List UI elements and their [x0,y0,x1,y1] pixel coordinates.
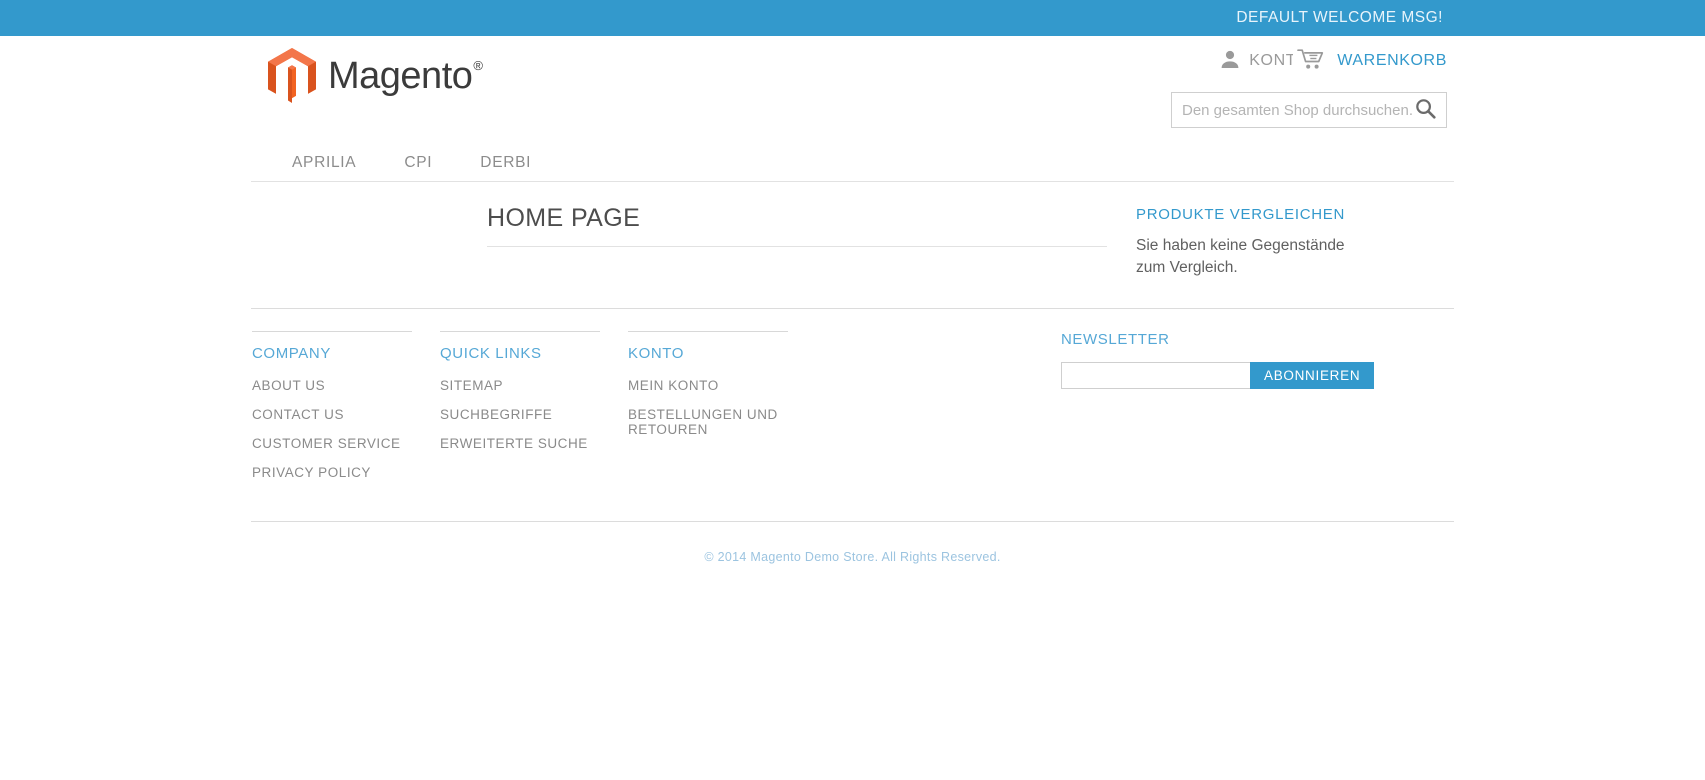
newsletter-form: ABONNIEREN [1061,362,1375,389]
welcome-bar: DEFAULT WELCOME MSG! [0,0,1705,36]
cart-link[interactable]: WARENKORB [1297,47,1447,76]
search-icon [1415,98,1436,122]
copyright-text: © 2014 Magento Demo Store. All Rights Re… [704,550,1001,565]
page-container: Magento® KONTO [251,36,1454,566]
compare-block-title: PRODUKTE VERGLEICHEN [1136,206,1346,223]
sidebar-right: PRODUKTE VERGLEICHEN Sie haben keine Geg… [1131,204,1454,308]
main-navigation: APRILIA CPI DERBI [251,144,1454,182]
search-button[interactable] [1413,98,1438,122]
page-title: HOME PAGE [487,204,1107,247]
welcome-message: DEFAULT WELCOME MSG! [1236,9,1443,26]
footer-heading-konto: KONTO [628,331,788,362]
footer-link-erweiterte-suche[interactable]: ERWEITERTE SUCHE [440,436,628,451]
logo-wordmark: Magento® [328,54,483,97]
footer-column-quick-links: QUICK LINKS SITEMAP SUCHBEGRIFFE ERWEITE… [440,331,628,494]
content-column: HOME PAGE [251,204,1131,308]
newsletter-block: NEWSLETTER ABONNIEREN [1061,331,1375,389]
cart-link-label: WARENKORB [1337,52,1447,69]
shopping-cart-icon [1297,47,1327,76]
footer-link-mein-konto[interactable]: MEIN KONTO [628,378,793,393]
footer-link-sitemap[interactable]: SITEMAP [440,378,628,393]
site-header: Magento® KONTO [251,36,1454,144]
nav-item-aprilia[interactable]: APRILIA [268,144,380,182]
newsletter-subscribe-button[interactable]: ABONNIEREN [1250,362,1375,389]
footer-column-company: COMPANY ABOUT US CONTACT US CUSTOMER SER… [252,331,440,494]
main-content: HOME PAGE PRODUKTE VERGLEICHEN Sie haben… [251,182,1454,308]
footer-link-suchbegriffe[interactable]: SUCHBEGRIFFE [440,407,628,422]
footer-heading-company: COMPANY [252,331,412,362]
logo-trademark: ® [473,57,483,73]
footer-link-privacy-policy[interactable]: PRIVACY POLICY [252,465,440,480]
footer-column-konto: KONTO MEIN KONTO BESTELLUNGEN UND RETOUR… [628,331,828,494]
footer-link-customer-service[interactable]: CUSTOMER SERVICE [252,436,440,451]
logo-link[interactable]: Magento® [268,48,483,103]
magento-logo-icon [268,48,316,103]
compare-block-empty-text: Sie haben keine Gegenstände zum Vergleic… [1136,237,1345,276]
user-icon [1220,49,1240,74]
footer-bottom: © 2014 Magento Demo Store. All Rights Re… [251,521,1454,566]
search-input[interactable] [1182,101,1413,119]
newsletter-heading: NEWSLETTER [1061,331,1170,348]
footer-link-bestellungen-und-retouren[interactable]: BESTELLUNGEN UND RETOUREN [628,407,793,437]
nav-item-derbi[interactable]: DERBI [456,144,555,182]
newsletter-email-input[interactable] [1061,362,1250,389]
search-box[interactable] [1171,92,1447,128]
nav-item-cpi[interactable]: CPI [380,144,456,182]
header-links: KONTO WARENKORB [1220,48,1447,74]
footer-link-about-us[interactable]: ABOUT US [252,378,440,393]
account-link[interactable]: KONTO [1220,49,1293,74]
footer-heading-quick-links: QUICK LINKS [440,331,600,362]
footer-columns: COMPANY ABOUT US CONTACT US CUSTOMER SER… [251,309,1454,494]
footer-link-contact-us[interactable]: CONTACT US [252,407,440,422]
account-link-label: KONTO [1249,52,1294,69]
